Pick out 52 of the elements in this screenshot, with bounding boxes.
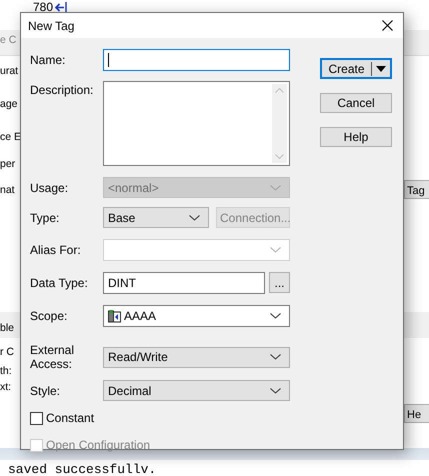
checkbox-label: Open Configuration — [46, 438, 150, 452]
chevron-down-icon — [189, 214, 200, 220]
clipped-label: age — [0, 98, 18, 110]
dialog-button[interactable]: Cancel — [320, 93, 392, 113]
clipped-label: nat — [0, 184, 15, 196]
clipped-button[interactable]: He — [404, 404, 429, 423]
field-value: AAAA — [124, 309, 156, 323]
field-label: Type: — [30, 210, 60, 224]
field-value: <normal> — [108, 180, 159, 194]
dialog-title: New Tag — [28, 18, 74, 32]
chevron-down-icon — [270, 184, 281, 190]
chevron-down-icon — [270, 247, 281, 253]
clipped-label: per — [0, 158, 16, 170]
field-label: Style: — [30, 384, 62, 398]
field-label: Name: — [30, 53, 66, 67]
chevron-down-icon — [270, 313, 281, 319]
field-label: Data Type: — [30, 276, 89, 290]
text-field[interactable] — [103, 49, 290, 71]
dialog-button[interactable]: Help — [320, 127, 392, 147]
clipped-label: th: — [0, 365, 12, 377]
field-label: Usage: — [30, 180, 70, 194]
close-icon[interactable] — [382, 20, 393, 31]
field-value: DINT — [108, 276, 136, 290]
clipped-label: xt: — [0, 381, 12, 393]
status-message: saved successfullv. — [8, 462, 156, 476]
checkbox[interactable] — [30, 412, 43, 424]
field-label: Scope: — [30, 309, 68, 323]
field-label: Alias For: — [30, 243, 82, 257]
field-value: Decimal — [108, 384, 152, 398]
field-label: Description: — [30, 82, 94, 97]
clipped-label: ble — [0, 322, 14, 334]
caret-down-icon[interactable] — [376, 66, 386, 72]
clipped-label: ce E — [0, 131, 22, 143]
clipped-label: r C — [0, 346, 14, 358]
dropdown[interactable]: Base — [103, 207, 209, 228]
split-button[interactable]: Create — [320, 58, 392, 79]
arrow-left-icon — [55, 2, 68, 12]
chevron-down-icon — [270, 354, 281, 360]
field-label: External Access: — [30, 343, 76, 371]
browse-button[interactable]: ... — [269, 272, 290, 293]
field-value: Read/Write — [108, 350, 168, 364]
chevron-down-icon — [270, 388, 281, 394]
checkbox-label: Constant — [46, 411, 94, 425]
field-value: Base — [108, 210, 136, 224]
dropdown[interactable]: Decimal — [103, 380, 290, 401]
text-field[interactable]: DINT — [103, 272, 265, 294]
clipped-label: urat — [0, 65, 18, 77]
clipped-button[interactable]: Tag — [404, 180, 429, 199]
dropdown[interactable]: Read/Write — [103, 346, 290, 368]
combo-box[interactable]: AAAA — [103, 305, 290, 327]
page-number: 780 — [33, 0, 54, 14]
clipped-label: e C — [0, 34, 16, 46]
